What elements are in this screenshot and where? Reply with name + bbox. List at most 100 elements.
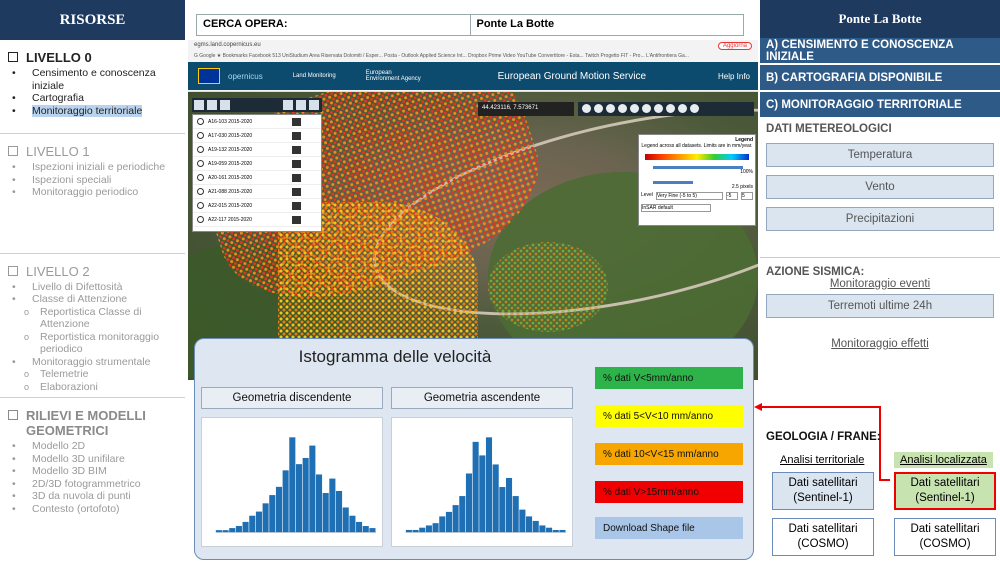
local-analysis-tab[interactable]: Analisi localizzata xyxy=(894,452,993,468)
menu-icon[interactable] xyxy=(194,100,204,110)
dataset-row[interactable]: A22-015 2015-2020 xyxy=(193,199,321,213)
camera-icon[interactable] xyxy=(654,104,663,113)
histogram-bar xyxy=(539,525,546,533)
address-bar[interactable]: egms.land.copernicus.eu Aggiorna xyxy=(188,40,758,52)
level-min-input[interactable]: -5 xyxy=(726,192,738,200)
bookmarks-bar[interactable]: G Google ★ Bookmarks Facebook 513 UniStu… xyxy=(188,52,758,61)
rilievi-title[interactable]: RILIEVI E MODELLI GEOMETRICI xyxy=(8,408,179,438)
cosmo-local-button[interactable]: Dati satellitari (COSMO) xyxy=(894,518,996,556)
menu-item-modello-3d-unifilare[interactable]: Modello 3D unifilare xyxy=(8,453,179,466)
dataset-row[interactable]: A20-161 2015-2020 xyxy=(193,171,321,185)
menu-item-ispezioni-iniziali[interactable]: Ispezioni iniziali e periodiche xyxy=(8,161,179,174)
info-icon[interactable] xyxy=(582,104,591,113)
menu-item-report-classe[interactable]: Reportistica Classe di Attenzione xyxy=(8,306,179,331)
sentinel-local-button[interactable]: Dati satellitari (Sentinel-1) xyxy=(894,472,996,510)
histogram-bar xyxy=(519,509,526,533)
territorial-analysis-tab[interactable]: Analisi territoriale xyxy=(774,452,870,468)
terremoti-button[interactable]: Terremoti ultime 24h xyxy=(766,294,994,318)
menu-item-report-monitoraggio[interactable]: Reportistica monitoraggio periodico xyxy=(8,331,179,356)
ascending-geometry-button[interactable]: Geometria ascendente xyxy=(391,387,573,409)
help-info-links[interactable]: Help Info xyxy=(718,72,750,81)
draw-icon[interactable] xyxy=(618,104,627,113)
dataset-row[interactable]: A16-103 2015-2020 xyxy=(193,115,321,129)
play-icon[interactable] xyxy=(292,173,301,182)
histogram-bar xyxy=(275,486,283,533)
section-censimento[interactable]: A) CENSIMENTO E CONOSCENZA INIZIALE xyxy=(760,38,1000,65)
histogram-bar xyxy=(342,507,349,533)
vento-button[interactable]: Vento xyxy=(766,175,994,199)
dataset-row[interactable]: A19-059 2015-2020 xyxy=(193,157,321,171)
play-icon[interactable] xyxy=(292,201,301,210)
play-icon[interactable] xyxy=(292,187,301,196)
menu-item-classe-attenzione[interactable]: Classe di Attenzione xyxy=(8,293,179,306)
histogram-bar xyxy=(356,521,363,533)
histogram-bar xyxy=(302,457,309,533)
download-icon[interactable] xyxy=(666,104,675,113)
dataset-row[interactable]: A22-117 2015-2020 xyxy=(193,213,321,227)
level-0-title[interactable]: LIVELLO 0 xyxy=(8,50,179,65)
menu-item-telemetrie[interactable]: Telemetrie xyxy=(8,368,179,381)
level-select[interactable]: Very Fine (-5 to 5) xyxy=(655,192,723,200)
layers-icon[interactable] xyxy=(207,100,217,110)
play-icon[interactable] xyxy=(292,159,301,168)
menu-item-ortofoto[interactable]: Contesto (ortofoto) xyxy=(8,503,179,516)
more-icon[interactable] xyxy=(690,104,699,113)
level-1-title[interactable]: LIVELLO 1 xyxy=(8,144,179,159)
dataset-row[interactable]: A21-088 2015-2020 xyxy=(193,185,321,199)
menu-item-cartografia[interactable]: Cartografia xyxy=(8,92,179,105)
menu-item-elaborazioni[interactable]: Elaborazioni xyxy=(8,381,179,394)
menu-item-modello-3d-bim[interactable]: Modello 3D BIM xyxy=(8,465,179,478)
menu-item-monitoraggio-strumentale[interactable]: Monitoraggio strumentale xyxy=(8,356,179,369)
sentinel-territorial-button[interactable]: Dati satellitari (Sentinel-1) xyxy=(772,472,874,510)
menu-item-modello-2d[interactable]: Modello 2D xyxy=(8,440,179,453)
globe-icon[interactable] xyxy=(594,104,603,113)
search-value[interactable]: Ponte La Botte xyxy=(471,15,744,35)
ruler-icon[interactable] xyxy=(606,104,615,113)
dataset-row[interactable]: A17-030 2015-2020 xyxy=(193,129,321,143)
menu-item-monitoraggio-periodico[interactable]: Monitoraggio periodico xyxy=(8,186,179,199)
histogram-bar xyxy=(439,516,446,533)
update-button[interactable]: Aggiorna xyxy=(717,42,752,50)
menu-item-difettosita[interactable]: Livello di Difettosità xyxy=(8,281,179,294)
monitoraggio-eventi-link[interactable]: Monitoraggio eventi xyxy=(760,278,1000,290)
download-shape-button[interactable]: Download Shape file xyxy=(595,517,743,539)
play-icon[interactable] xyxy=(292,117,301,126)
print-icon[interactable] xyxy=(642,104,651,113)
satellite-icon xyxy=(197,216,204,223)
style-select[interactable]: InSAR default xyxy=(641,204,711,212)
upload-icon[interactable] xyxy=(296,100,306,110)
land-monitoring-logo: Land Monitoring xyxy=(292,73,336,79)
menu-item-fotogrammetrico[interactable]: 2D/3D fotogrammetrico xyxy=(8,478,179,491)
save-icon[interactable] xyxy=(678,104,687,113)
level-2-title[interactable]: LIVELLO 2 xyxy=(8,264,179,279)
section-monitoraggio[interactable]: C) MONITORAGGIO TERRITORIALE xyxy=(760,92,1000,119)
copernicus-logo: opernicus xyxy=(228,71,263,81)
info-icon[interactable] xyxy=(220,100,230,110)
section-cartografia[interactable]: B) CARTOGRAFIA DISPONIBILE xyxy=(760,65,1000,92)
satellite-map[interactable]: A16-103 2015-2020 A17-030 2015-2020 A19-… xyxy=(188,92,758,380)
descending-geometry-button[interactable]: Geometria discendente xyxy=(201,387,383,409)
legend-panel: Legend Legend across all datasets. Limit… xyxy=(638,134,756,226)
play-icon[interactable] xyxy=(292,215,301,224)
dataset-row[interactable]: A19-132 2015-2020 xyxy=(193,143,321,157)
menu-item-monitoraggio-territoriale[interactable]: Monitoraggio territoriale xyxy=(8,104,179,118)
menu-item-ispezioni-speciali[interactable]: Ispezioni speciali xyxy=(8,174,179,187)
menu-item-censimento[interactable]: Censimento e conoscenza iniziale xyxy=(8,67,179,92)
insar-points-mixed xyxy=(488,242,608,332)
pct-10-15: % dati 10<V<15 mm/anno xyxy=(595,443,743,465)
histogram-bar xyxy=(546,527,553,533)
url-text[interactable]: egms.land.copernicus.eu xyxy=(194,42,261,50)
play-icon[interactable] xyxy=(292,131,301,140)
menu-item-nuvola-punti[interactable]: 3D da nuvola di punti xyxy=(8,490,179,503)
share-icon[interactable] xyxy=(630,104,639,113)
cosmo-territorial-button[interactable]: Dati satellitari (COSMO) xyxy=(772,518,874,556)
play-icon[interactable] xyxy=(292,145,301,154)
level-max-input[interactable]: 5 xyxy=(741,192,753,200)
temperatura-button[interactable]: Temperatura xyxy=(766,143,994,167)
tree-icon[interactable] xyxy=(283,100,293,110)
histogram-ascending xyxy=(391,417,573,547)
satellite-icon xyxy=(197,160,204,167)
filter-icon[interactable] xyxy=(309,100,319,110)
precipitazioni-button[interactable]: Precipitazioni xyxy=(766,207,994,231)
monitoraggio-effetti-link[interactable]: Monitoraggio effetti xyxy=(760,338,1000,350)
